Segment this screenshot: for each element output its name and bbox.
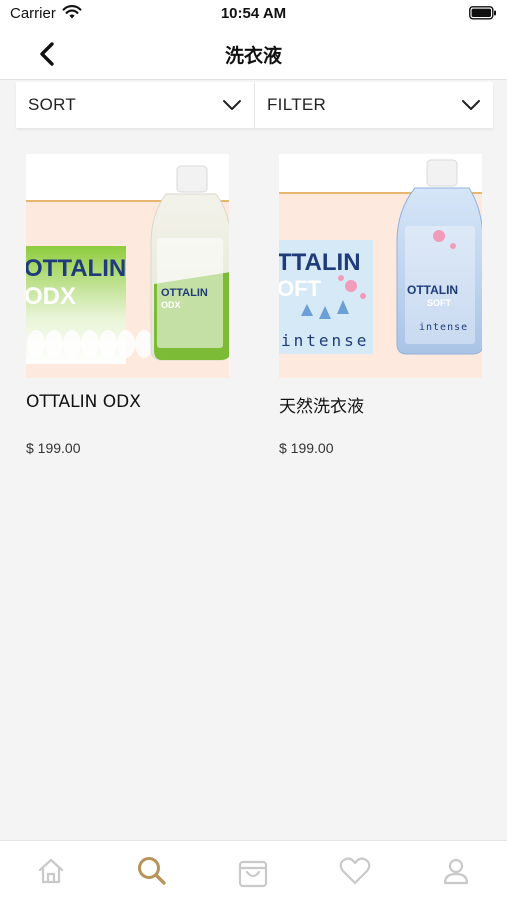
product-image[interactable]: OTTALIN ODX OTTALIN ODX <box>26 154 229 378</box>
nav-bar: 洗衣液 <box>0 28 507 80</box>
box-brand-text: TTALIN <box>279 249 361 276</box>
bottle-brand-text: OTTALIN <box>407 283 458 297</box>
sort-filter-bar: SORT FILTER <box>16 82 493 138</box>
product-grid: OTTALIN ODX OTTALIN ODX OTTALIN ODX $ 19… <box>26 154 482 456</box>
chevron-down-icon <box>462 100 480 110</box>
product-price: $ 199.00 <box>279 440 334 456</box>
tab-profile[interactable] <box>426 846 486 896</box>
filter-button[interactable]: FILTER <box>255 82 493 128</box>
tab-search[interactable] <box>122 846 182 896</box>
sort-label: SORT <box>28 95 77 114</box>
product-price: $ 199.00 <box>26 440 81 456</box>
bottle-tagline-text: intense <box>419 322 468 333</box>
bottle-brand-text: OTTALIN <box>161 287 208 299</box>
filter-label: FILTER <box>267 95 327 114</box>
bottle-variant-text: ODX <box>161 300 181 310</box>
tab-bar <box>0 840 507 900</box>
product-name[interactable]: OTTALIN ODX <box>26 392 229 416</box>
chevron-down-icon <box>223 100 241 110</box>
box-variant-text: ODX <box>26 283 76 310</box>
tab-home[interactable] <box>21 846 81 896</box>
page-title: 洗衣液 <box>224 45 282 67</box>
clock: 10:54 AM <box>220 5 287 22</box>
search-icon <box>138 856 166 885</box>
tab-cart[interactable] <box>223 846 283 896</box>
box-tagline-text: intense <box>281 331 369 350</box>
bottle-variant-text: SOFT <box>427 298 452 308</box>
product-image[interactable]: TTALIN OFT intense OTTALIN SOFT intense <box>279 154 482 378</box>
home-icon <box>38 858 63 883</box>
battery-icon <box>469 6 497 25</box>
tab-favorites[interactable] <box>325 846 385 896</box>
product-card[interactable]: TTALIN OFT intense OTTALIN SOFT intense … <box>279 154 482 456</box>
box-brand-text: OTTALIN <box>26 255 126 282</box>
box-variant-text: OFT <box>279 276 322 301</box>
status-bar: Carrier 10:54 AM <box>0 0 507 28</box>
cart-icon <box>239 860 268 887</box>
heart-icon <box>339 856 371 884</box>
profile-icon <box>444 858 469 884</box>
product-name[interactable]: 天然洗衣液 <box>279 392 482 417</box>
sort-button[interactable]: SORT <box>16 82 255 128</box>
product-card[interactable]: OTTALIN ODX OTTALIN ODX OTTALIN ODX $ 19… <box>26 154 229 456</box>
